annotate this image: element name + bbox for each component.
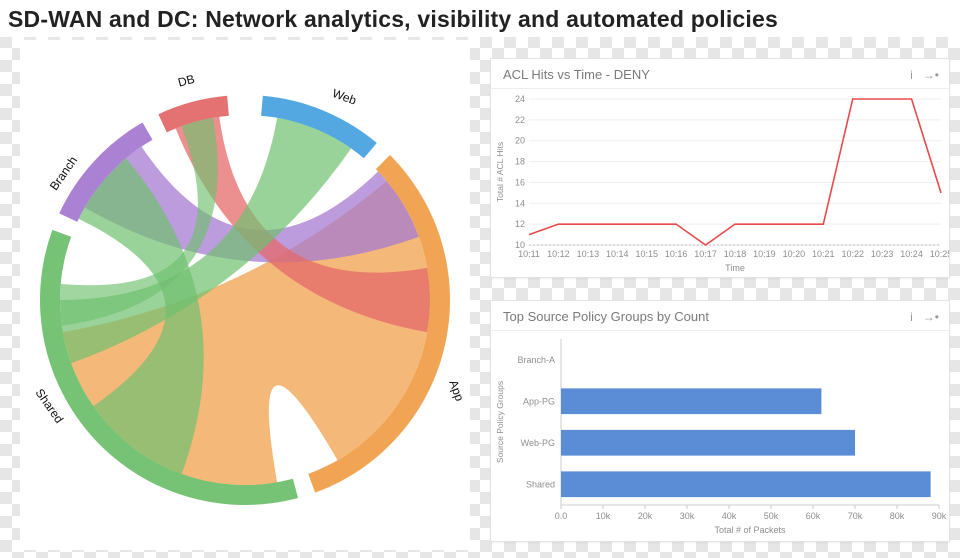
top-src-card-body: 0.0 10k 20k 30k 40k 50k 60k 70k 80k 90k Total # of… xyxy=(491,331,949,544)
svg-text:80k: 80k xyxy=(890,511,905,521)
svg-text:20k: 20k xyxy=(638,511,653,521)
svg-text:0.0: 0.0 xyxy=(555,511,568,521)
svg-text:14: 14 xyxy=(515,198,525,208)
page-title: SD-WAN and DC: Network analytics, visibi… xyxy=(0,0,960,37)
info-icon[interactable]: i xyxy=(910,68,913,82)
svg-text:10:21: 10:21 xyxy=(812,249,835,259)
bar xyxy=(561,430,855,456)
svg-text:24: 24 xyxy=(515,94,525,104)
chord-label: Shared xyxy=(33,386,67,426)
bar xyxy=(561,471,931,497)
svg-text:Web-PG: Web-PG xyxy=(521,438,555,448)
svg-text:10:20: 10:20 xyxy=(783,249,806,259)
chord-label: DB xyxy=(176,72,196,90)
share-icon[interactable]: →• xyxy=(923,310,939,324)
svg-text:10:15: 10:15 xyxy=(635,249,658,259)
svg-text:10:13: 10:13 xyxy=(577,249,600,259)
svg-text:16: 16 xyxy=(515,177,525,187)
acl-hits-card-body: 101214161820222410:1110:1210:1310:1410:1… xyxy=(491,89,949,280)
acl-hits-card-header: ACL Hits vs Time - DENY i →• xyxy=(491,59,949,89)
top-src-card-title: Top Source Policy Groups by Count xyxy=(503,309,709,324)
svg-text:10:14: 10:14 xyxy=(606,249,629,259)
svg-text:60k: 60k xyxy=(806,511,821,521)
chord-label: App xyxy=(446,378,467,403)
top-src-card-header: Top Source Policy Groups by Count i →• xyxy=(491,301,949,331)
svg-text:90k: 90k xyxy=(932,511,947,521)
chord-diagram: BranchDBWebAppShared xyxy=(20,40,470,550)
svg-text:Shared: Shared xyxy=(526,479,555,489)
svg-text:10:25: 10:25 xyxy=(930,249,949,259)
svg-text:20: 20 xyxy=(515,136,525,146)
svg-text:10:19: 10:19 xyxy=(753,249,776,259)
svg-text:10:22: 10:22 xyxy=(841,249,864,259)
svg-text:Total # of Packets: Total # of Packets xyxy=(714,525,786,535)
svg-text:50k: 50k xyxy=(764,511,779,521)
card-actions: i →• xyxy=(910,68,939,82)
svg-text:40k: 40k xyxy=(722,511,737,521)
top-src-card: Top Source Policy Groups by Count i →• 0… xyxy=(490,300,950,542)
svg-text:Total # ACL Hits: Total # ACL Hits xyxy=(495,142,505,202)
svg-text:18: 18 xyxy=(515,157,525,167)
svg-text:Time: Time xyxy=(725,263,745,273)
top-src-bar-chart: 0.0 10k 20k 30k 40k 50k 60k 70k 80k 90k Total # of… xyxy=(491,331,949,539)
svg-text:App-PG: App-PG xyxy=(523,396,555,406)
svg-text:10:23: 10:23 xyxy=(871,249,894,259)
chord-diagram-panel: BranchDBWebAppShared xyxy=(20,40,470,550)
svg-text:10:12: 10:12 xyxy=(547,249,570,259)
svg-text:30k: 30k xyxy=(680,511,695,521)
acl-hits-card-title: ACL Hits vs Time - DENY xyxy=(503,67,650,82)
acl-line-chart: 101214161820222410:1110:1210:1310:1410:1… xyxy=(491,89,949,275)
info-icon[interactable]: i xyxy=(910,310,913,324)
acl-hits-card: ACL Hits vs Time - DENY i →• 10121416182… xyxy=(490,58,950,278)
svg-text:12: 12 xyxy=(515,219,525,229)
svg-text:Branch-A: Branch-A xyxy=(517,355,555,365)
svg-text:10:11: 10:11 xyxy=(518,249,540,259)
svg-text:10:17: 10:17 xyxy=(694,249,717,259)
svg-text:10k: 10k xyxy=(596,511,611,521)
svg-text:10:16: 10:16 xyxy=(665,249,688,259)
card-actions: i →• xyxy=(910,310,939,324)
bar xyxy=(561,388,821,414)
share-icon[interactable]: →• xyxy=(923,68,939,82)
svg-text:10:18: 10:18 xyxy=(724,249,747,259)
svg-text:70k: 70k xyxy=(848,511,863,521)
chord-label: Web xyxy=(330,86,358,108)
svg-text:Source Policy Groups: Source Policy Groups xyxy=(495,381,505,463)
svg-text:22: 22 xyxy=(515,115,525,125)
svg-text:10:24: 10:24 xyxy=(900,249,923,259)
line-series xyxy=(529,99,941,245)
